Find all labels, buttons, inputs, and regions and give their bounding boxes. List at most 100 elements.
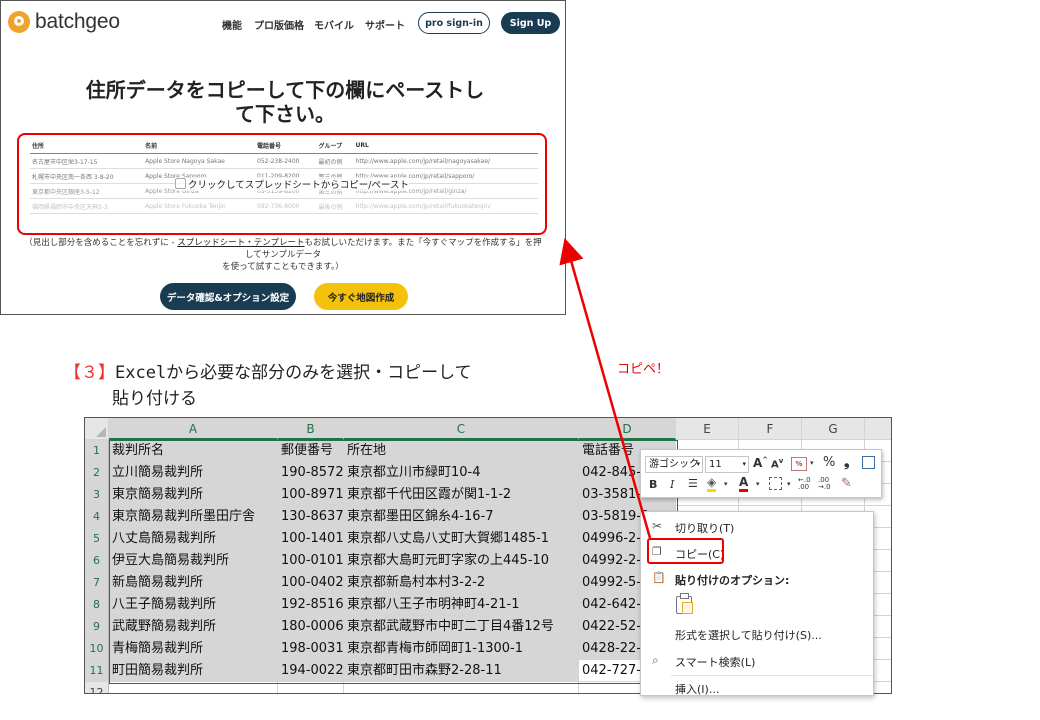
column-header-f[interactable]: F bbox=[739, 418, 802, 440]
cell[interactable]: 東京都青梅市師岡町1-1300-1 bbox=[344, 638, 579, 660]
cell[interactable]: 武蔵野簡易裁判所 bbox=[109, 616, 278, 638]
cell[interactable]: 100-0402 bbox=[278, 572, 344, 594]
cell[interactable]: 新島簡易裁判所 bbox=[109, 572, 278, 594]
cell[interactable]: 東京簡易裁判所 bbox=[109, 484, 278, 506]
validate-options-button[interactable]: データ確認&オプション設定 bbox=[160, 283, 296, 310]
paste-icon[interactable] bbox=[676, 593, 693, 614]
cell[interactable]: 青梅簡易裁判所 bbox=[109, 638, 278, 660]
column-header-g[interactable]: G bbox=[802, 418, 865, 440]
cell[interactable]: 伊豆大島簡易裁判所 bbox=[109, 550, 278, 572]
comma-style-icon[interactable]: ❟ bbox=[844, 454, 850, 470]
nav-features[interactable]: 機能 bbox=[222, 17, 242, 32]
select-all-corner[interactable] bbox=[85, 418, 109, 440]
cell[interactable] bbox=[109, 682, 278, 693]
cell[interactable]: 東京都大島町元町字家の上445-10 bbox=[344, 550, 579, 572]
align-center-icon[interactable]: ☰ bbox=[688, 477, 698, 490]
menu-item-paste-special[interactable]: 形式を選択して貼り付け(S)... bbox=[675, 627, 822, 643]
format-painter-style-icon[interactable]: % bbox=[791, 457, 807, 471]
step-caption: 【３】Excelから必要な部分のみを選択・コピーして 貼り付ける bbox=[64, 360, 472, 412]
cell[interactable] bbox=[278, 682, 344, 693]
italic-button[interactable]: I bbox=[670, 478, 674, 491]
cell[interactable]: 100-0101 bbox=[278, 550, 344, 572]
cell[interactable]: 郵便番号 bbox=[278, 440, 344, 462]
row-header[interactable]: 11 bbox=[85, 660, 109, 682]
nav-mobile[interactable]: モバイル bbox=[314, 17, 354, 32]
template-link[interactable]: スプレッドシート・テンプレート bbox=[177, 238, 304, 248]
row-header[interactable]: 3 bbox=[85, 484, 109, 506]
cell[interactable]: 194-0022 bbox=[278, 660, 344, 682]
cell[interactable]: 東京都武蔵野市中町二丁目4番12号 bbox=[344, 616, 579, 638]
row-header[interactable]: 6 bbox=[85, 550, 109, 572]
cell[interactable]: 東京都八王子市明神町4-21-1 bbox=[344, 594, 579, 616]
cell[interactable]: 八王子簡易裁判所 bbox=[109, 594, 278, 616]
cell[interactable]: 東京都墨田区錦糸4-16-7 bbox=[344, 506, 579, 528]
batchgeo-logo[interactable]: batchgeo bbox=[8, 10, 120, 34]
cell[interactable]: 130-8637 bbox=[278, 506, 344, 528]
row-header[interactable]: 7 bbox=[85, 572, 109, 594]
cell[interactable]: 立川簡易裁判所 bbox=[109, 462, 278, 484]
cell[interactable]: 180-0006 bbox=[278, 616, 344, 638]
menu-item-insert[interactable]: 挿入(I)... bbox=[675, 681, 719, 695]
font-size-select[interactable]: 11 ▾ bbox=[705, 456, 749, 473]
make-map-button[interactable]: 今すぐ地図作成 bbox=[314, 283, 408, 310]
cell[interactable]: 100-8971 bbox=[278, 484, 344, 506]
percent-style-icon[interactable]: % bbox=[823, 455, 835, 470]
nav-support[interactable]: サポート bbox=[365, 17, 405, 32]
column-header-b[interactable]: B bbox=[278, 418, 344, 440]
row-header[interactable]: 5 bbox=[85, 528, 109, 550]
cell[interactable]: 八丈島簡易裁判所 bbox=[109, 528, 278, 550]
column-header-e[interactable]: E bbox=[676, 418, 739, 440]
column-header-h[interactable] bbox=[865, 418, 891, 440]
cell[interactable]: 裁判所名 bbox=[109, 440, 278, 462]
cell[interactable] bbox=[344, 682, 579, 693]
menu-item-cut[interactable]: 切り取り(T) bbox=[675, 520, 734, 536]
cell[interactable]: 100-1401 bbox=[278, 528, 344, 550]
nav-pricing[interactable]: プロ版価格 bbox=[254, 17, 304, 32]
shrink-font-icon[interactable]: Av bbox=[771, 457, 783, 470]
column-header-row: A B C D E F G bbox=[85, 418, 891, 440]
row-header[interactable]: 1 bbox=[85, 440, 109, 462]
copy-paste-annotation: コピペ！ bbox=[617, 362, 670, 377]
chevron-down-icon[interactable]: ▾ bbox=[724, 480, 728, 488]
cell[interactable]: 192-8516 bbox=[278, 594, 344, 616]
cell[interactable]: 東京都立川市緑町10-4 bbox=[344, 462, 579, 484]
chevron-down-icon[interactable]: ▾ bbox=[810, 459, 814, 467]
cell[interactable]: 町田簡易裁判所 bbox=[109, 660, 278, 682]
column-header-c[interactable]: C bbox=[344, 418, 579, 440]
chevron-down-icon[interactable]: ▾ bbox=[756, 480, 760, 488]
cell[interactable]: 東京都千代田区霞が関1-1-2 bbox=[344, 484, 579, 506]
merge-center-icon[interactable] bbox=[862, 456, 875, 469]
menu-item-smart-lookup[interactable]: スマート検索(L) bbox=[675, 654, 755, 670]
cell[interactable]: 東京簡易裁判所墨田庁舎 bbox=[109, 506, 278, 528]
row-header[interactable]: 9 bbox=[85, 616, 109, 638]
bold-button[interactable]: B bbox=[649, 478, 657, 491]
row-header[interactable]: 2 bbox=[85, 462, 109, 484]
decrease-decimal-icon[interactable]: .00 →.0 bbox=[818, 477, 831, 491]
cell[interactable]: 東京都町田市森野2-28-11 bbox=[344, 660, 579, 682]
cell[interactable]: 198-0031 bbox=[278, 638, 344, 660]
column-header-a[interactable]: A bbox=[109, 418, 278, 440]
font-color-icon[interactable]: A bbox=[739, 476, 749, 492]
cell[interactable]: 190-8572 bbox=[278, 462, 344, 484]
chevron-down-icon[interactable]: ▾ bbox=[787, 480, 791, 488]
signup-button[interactable]: Sign Up bbox=[501, 12, 560, 34]
cell[interactable]: 東京都新島村本村3-2-2 bbox=[344, 572, 579, 594]
format-painter-icon[interactable]: ✎ bbox=[841, 476, 852, 491]
column-header-d[interactable]: D bbox=[579, 418, 676, 440]
increase-decimal-icon[interactable]: ←.0.00 bbox=[798, 477, 811, 491]
row-header[interactable]: 12 bbox=[85, 682, 109, 693]
pro-signin-button[interactable]: pro sign-in bbox=[418, 12, 490, 34]
scissors-icon: ✂ bbox=[652, 519, 663, 533]
caption-line-2: 貼り付ける bbox=[112, 389, 197, 409]
font-name-select[interactable]: 游ゴシック ▾ bbox=[645, 456, 703, 473]
cell[interactable]: 東京都八丈島八丈町大賀郷1485-1 bbox=[344, 528, 579, 550]
clipboard-icon: 📋 bbox=[652, 571, 666, 584]
row-header[interactable]: 8 bbox=[85, 594, 109, 616]
borders-icon[interactable] bbox=[769, 477, 782, 490]
fill-color-icon[interactable]: ◈ bbox=[707, 476, 717, 492]
row-header[interactable]: 4 bbox=[85, 506, 109, 528]
grow-font-icon[interactable]: A^ bbox=[753, 456, 768, 470]
cell[interactable]: 所在地 bbox=[344, 440, 579, 462]
font-size-value: 11 bbox=[709, 459, 722, 470]
row-header[interactable]: 10 bbox=[85, 638, 109, 660]
